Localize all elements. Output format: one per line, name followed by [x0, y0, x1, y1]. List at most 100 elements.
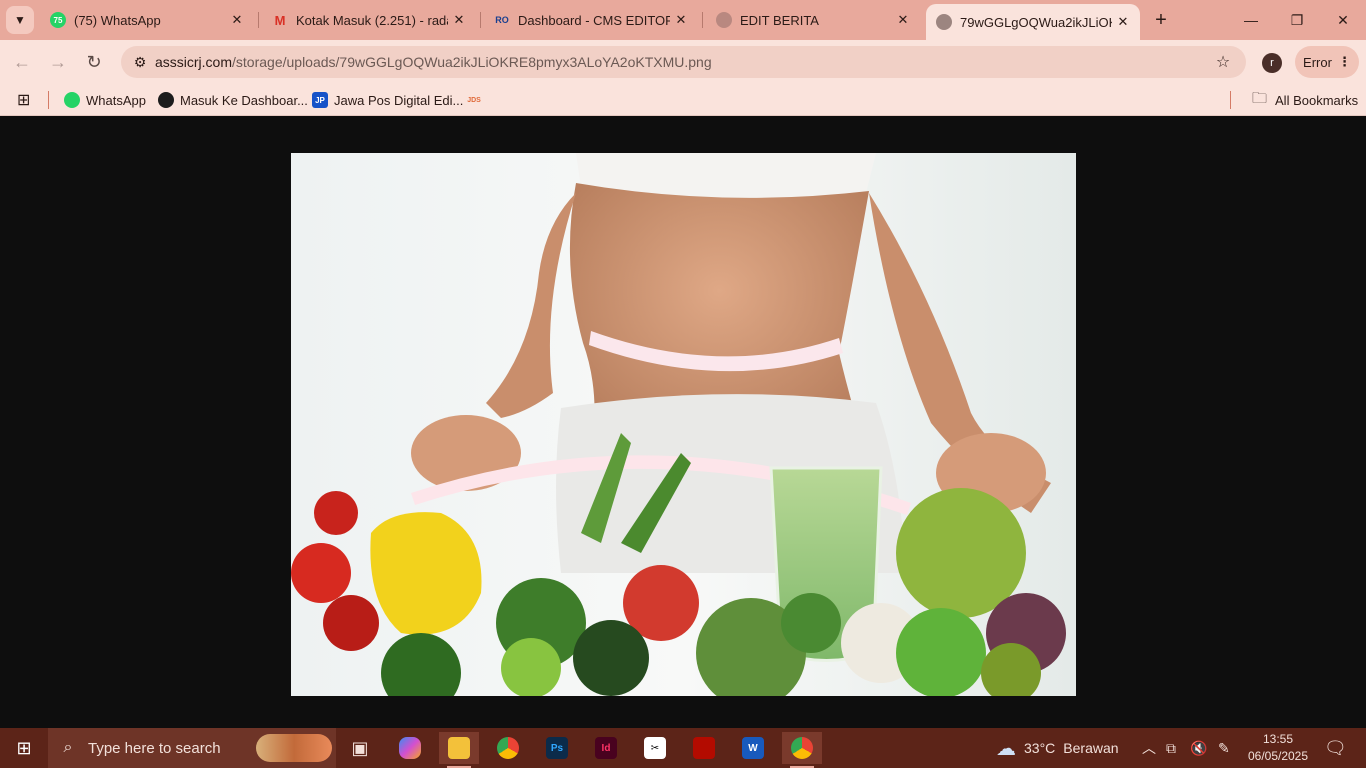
- bookmark-label: WhatsApp: [86, 92, 146, 108]
- minimize-icon: —: [1244, 12, 1258, 28]
- search-placeholder: Type here to search: [88, 739, 221, 757]
- address-url[interactable]: asssicrj.com/storage/uploads/79wGGLgOQWu…: [155, 54, 1208, 70]
- copilot-button[interactable]: [390, 732, 430, 764]
- bookmark-star-icon[interactable]: ☆: [1208, 52, 1238, 72]
- folder-icon: [448, 737, 470, 759]
- ro-icon: RO: [495, 15, 509, 25]
- chrome-button[interactable]: [488, 732, 528, 764]
- chevron-down-icon: ▼: [14, 13, 26, 27]
- close-icon[interactable]: ✕: [448, 9, 470, 31]
- acrobat-icon: [693, 737, 715, 759]
- minimize-button[interactable]: —: [1228, 0, 1274, 40]
- more-vert-icon: ⋮: [1337, 54, 1351, 69]
- word-button[interactable]: W: [733, 732, 773, 764]
- task-view-button[interactable]: ▣: [340, 732, 380, 764]
- restore-button[interactable]: ❐: [1274, 0, 1320, 40]
- globe-icon: [936, 14, 952, 30]
- reload-button[interactable]: ↻: [80, 48, 108, 76]
- arrow-left-icon: ←: [13, 51, 31, 72]
- close-icon[interactable]: ✕: [670, 9, 692, 31]
- url-path: /storage/uploads/79wGGLgOQWua2ikJLiOKRE8…: [232, 54, 712, 70]
- tab-gmail[interactable]: M Kotak Masuk (2.251) - radarj ✕: [262, 6, 476, 34]
- address-bar[interactable]: ⚙ asssicrj.com/storage/uploads/79wGGLgOQ…: [121, 46, 1246, 78]
- photoshop-button[interactable]: Ps: [537, 732, 577, 764]
- bookmarks-separator: [48, 91, 49, 109]
- tab-title: (75) WhatsApp: [74, 12, 161, 28]
- displayed-image[interactable]: [291, 153, 1076, 696]
- tab-title: 79wGGLgOQWua2ikJLiOKRE: [960, 14, 1112, 30]
- pen-icon: ✎: [1218, 739, 1230, 756]
- weather-condition: Berawan: [1063, 740, 1119, 756]
- bookmark-whatsapp[interactable]: WhatsApp: [64, 91, 146, 109]
- volume-button[interactable]: 🔇: [1190, 728, 1207, 768]
- tab-strip: ▼ 75 (75) WhatsApp ✕ M Kotak Masuk (2.25…: [0, 0, 1366, 40]
- bookmarks-divider: [1230, 91, 1231, 109]
- bookmark-jawapos[interactable]: JP Jawa Pos Digital Edi...: [312, 91, 463, 109]
- tab-divider: [702, 12, 703, 28]
- bookmark-jds[interactable]: JDS: [466, 91, 488, 109]
- tab-title: Kotak Masuk (2.251) - radarj: [296, 12, 448, 28]
- whatsapp-icon: [64, 92, 80, 108]
- close-window-button[interactable]: ✕: [1320, 0, 1366, 40]
- close-icon[interactable]: ✕: [892, 9, 914, 31]
- bookmarks-bar: ⊞ WhatsApp Masuk Ke Dashboar... JP Jawa …: [0, 84, 1366, 116]
- close-icon[interactable]: ✕: [1112, 11, 1134, 33]
- task-view-icon: ▣: [351, 737, 369, 758]
- cloud-icon: ☁: [996, 737, 1016, 760]
- acrobat-button[interactable]: [684, 732, 724, 764]
- pen-button[interactable]: ✎: [1218, 728, 1230, 768]
- capcut-button[interactable]: ✂: [635, 732, 675, 764]
- taskbar-search[interactable]: ⌕ Type here to search: [48, 728, 336, 768]
- search-highlight-icon: [256, 734, 332, 762]
- apps-button[interactable]: ⊞: [17, 91, 30, 109]
- tab-title: Dashboard - CMS EDITOR: [518, 12, 670, 28]
- indesign-button[interactable]: Id: [586, 732, 626, 764]
- start-button[interactable]: ⊞: [0, 728, 48, 768]
- folder-icon: 🗀: [1252, 89, 1268, 107]
- copilot-icon: [399, 737, 421, 759]
- tab-divider: [480, 12, 481, 28]
- jds-icon: JDS: [467, 96, 481, 104]
- tab-edit-berita[interactable]: EDIT BERITA ✕: [706, 6, 920, 34]
- site-info-icon[interactable]: ⚙: [125, 54, 155, 71]
- clock-time: 13:55: [1262, 732, 1294, 746]
- new-tab-button[interactable]: +: [1148, 7, 1174, 33]
- tab-image-active[interactable]: 79wGGLgOQWua2ikJLiOKRE ✕: [926, 4, 1140, 40]
- tab-cms-dashboard[interactable]: RO Dashboard - CMS EDITOR ✕: [484, 6, 698, 34]
- whatsapp-icon: 75: [50, 12, 66, 28]
- windows-logo-icon: ⊞: [16, 737, 32, 758]
- back-button[interactable]: ←: [8, 48, 36, 76]
- tab-whatsapp[interactable]: 75 (75) WhatsApp ✕: [40, 6, 254, 34]
- browser-toolbar: ← → ↻ ⚙ asssicrj.com/storage/uploads/79w…: [0, 40, 1366, 84]
- reload-icon: ↻: [86, 51, 102, 72]
- chrome-profile-button[interactable]: [782, 732, 822, 768]
- globe-icon: [716, 12, 732, 28]
- chrome-icon: [497, 737, 519, 759]
- network-button[interactable]: ⧉: [1166, 728, 1176, 768]
- search-icon: ⌕: [63, 739, 73, 756]
- error-menu-button[interactable]: Error ⋮: [1295, 46, 1359, 78]
- file-explorer-button[interactable]: [439, 732, 479, 768]
- all-bookmarks-button[interactable]: 🗀 All Bookmarks: [1252, 90, 1359, 109]
- diet-photo: [291, 153, 1076, 696]
- notifications-button[interactable]: 🗨: [1324, 728, 1347, 768]
- gmail-icon: M: [274, 12, 286, 28]
- image-viewer: [0, 117, 1366, 728]
- bookmark-dashboard[interactable]: Masuk Ke Dashboar...: [158, 91, 308, 109]
- show-hidden-icons-button[interactable]: ︿: [1142, 728, 1156, 768]
- close-icon[interactable]: ✕: [226, 9, 248, 31]
- windows-taskbar: ⊞ ⌕ Type here to search ▣ Ps Id ✂ W ☁ 33…: [0, 728, 1366, 768]
- tab-search-button[interactable]: ▼: [6, 6, 34, 34]
- system-clock[interactable]: 13:55 06/05/2025: [1244, 731, 1312, 765]
- plus-icon: +: [1155, 8, 1167, 31]
- chrome-icon: [791, 737, 813, 759]
- profile-avatar[interactable]: r: [1262, 53, 1282, 73]
- forward-button[interactable]: →: [44, 48, 72, 76]
- clock-date: 06/05/2025: [1247, 749, 1309, 763]
- weather-widget[interactable]: ☁ 33°C Berawan: [996, 728, 1119, 768]
- capcut-icon: ✂: [644, 737, 666, 759]
- arrow-right-icon: →: [49, 51, 67, 72]
- all-bookmarks-label: All Bookmarks: [1275, 92, 1359, 108]
- photoshop-icon: Ps: [546, 737, 568, 759]
- tab-title: EDIT BERITA: [740, 12, 819, 28]
